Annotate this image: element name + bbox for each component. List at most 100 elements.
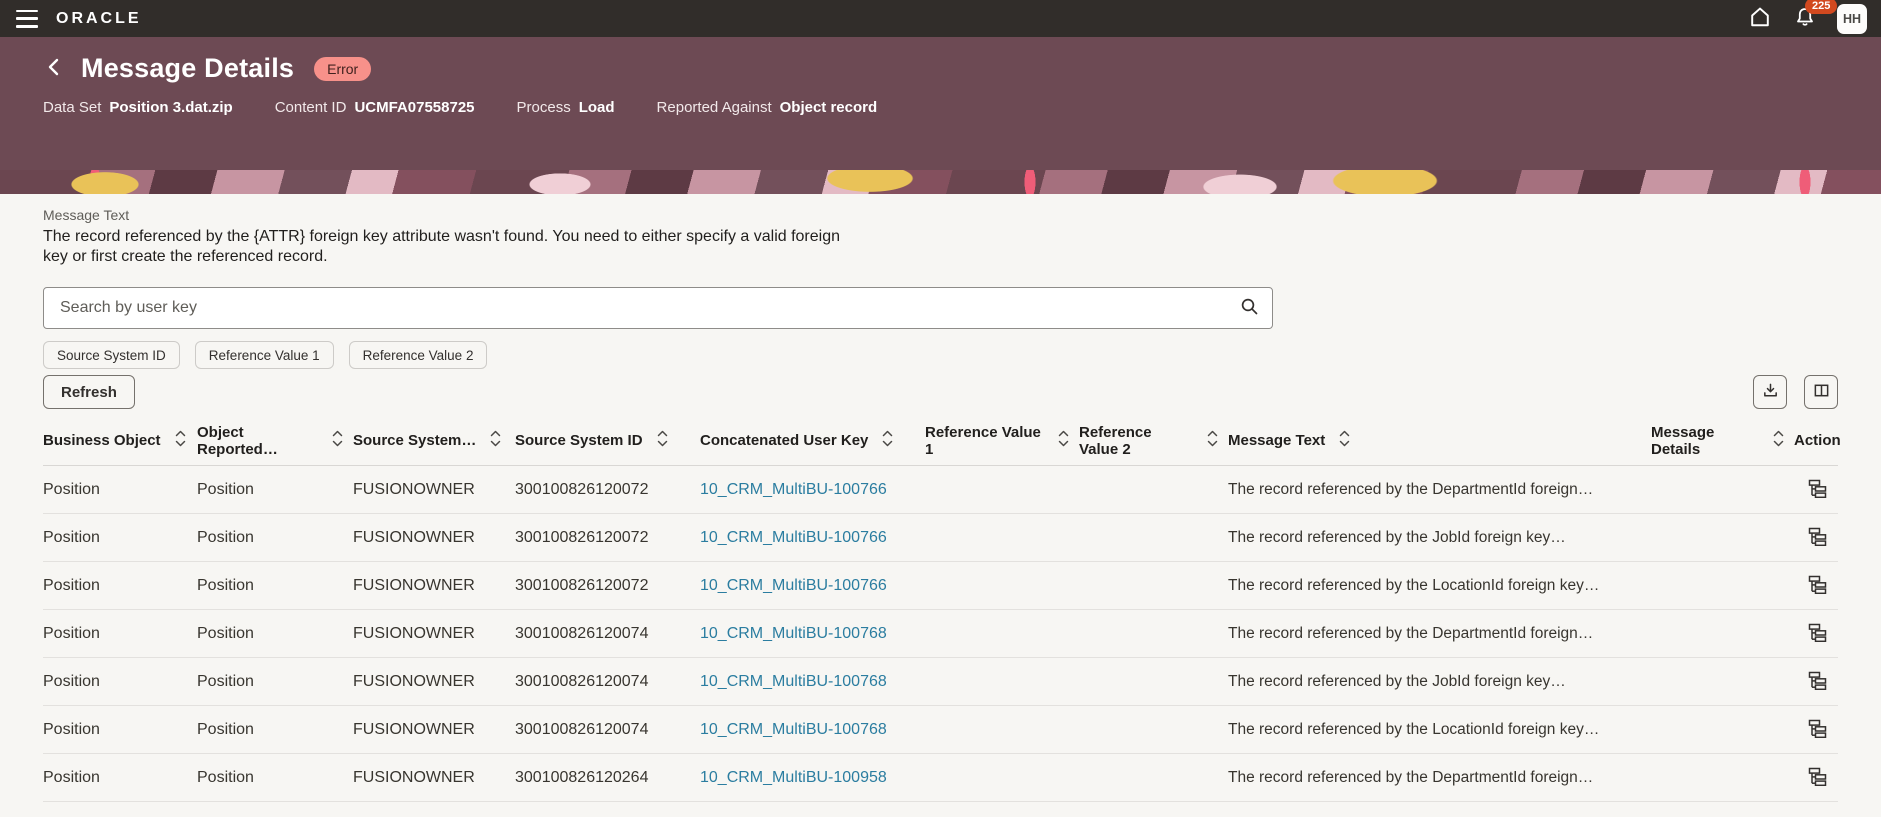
meta-value: Object record — [780, 99, 878, 116]
user-key-link[interactable]: 10_CRM_MultiBU-100768 — [700, 673, 887, 690]
row-action-button[interactable] — [1806, 621, 1829, 647]
search-button[interactable] — [1226, 288, 1272, 328]
cell-source-system-id: 300100826120072 — [515, 481, 700, 499]
column-header-reference-value-1[interactable]: Reference Value 1 — [925, 424, 1079, 458]
sort-icon[interactable] — [657, 430, 668, 451]
cell-action — [1794, 717, 1838, 743]
sort-icon[interactable] — [1773, 430, 1784, 451]
column-label: Source System ID — [515, 432, 643, 449]
cell-business-object: Position — [43, 529, 197, 547]
search-input[interactable] — [44, 299, 1226, 317]
table-row: PositionPositionFUSIONOWNER3001008261202… — [43, 754, 1838, 802]
row-action-button[interactable] — [1806, 525, 1829, 551]
back-button[interactable] — [43, 54, 65, 83]
cell-business-object: Position — [43, 625, 197, 643]
cell-message-text: The record referenced by the JobId forei… — [1228, 673, 1651, 691]
column-header-source-system[interactable]: Source System… — [353, 430, 515, 451]
user-key-link[interactable]: 10_CRM_MultiBU-100766 — [700, 481, 887, 498]
sort-icon[interactable] — [882, 430, 893, 451]
column-label: Action — [1794, 432, 1841, 449]
header-meta: Data Set Position 3.dat.zip Content ID U… — [43, 99, 1838, 116]
column-header-object-reported[interactable]: Object Reported… — [197, 424, 353, 458]
row-action-button[interactable] — [1806, 717, 1829, 743]
cell-object-reported: Position — [197, 577, 353, 595]
cell-user-key: 10_CRM_MultiBU-100766 — [700, 481, 925, 499]
status-badge: Error — [314, 57, 371, 81]
user-key-link[interactable]: 10_CRM_MultiBU-100766 — [700, 577, 887, 594]
cell-source-system: FUSIONOWNER — [353, 481, 515, 499]
cell-action — [1794, 765, 1838, 791]
table-row: PositionPositionFUSIONOWNER3001008261200… — [43, 706, 1838, 754]
meta-label: Content ID — [275, 99, 347, 116]
meta-label: Reported Against — [657, 99, 772, 116]
hierarchy-icon — [1808, 767, 1827, 789]
cell-business-object: Position — [43, 481, 197, 499]
row-action-button[interactable] — [1806, 477, 1829, 503]
home-button[interactable] — [1747, 4, 1773, 33]
column-header-action[interactable]: Action — [1794, 432, 1851, 449]
meta-value: Position 3.dat.zip — [109, 99, 232, 116]
column-header-business-object[interactable]: Business Object — [43, 430, 197, 451]
hierarchy-icon — [1808, 527, 1827, 549]
hierarchy-icon — [1808, 575, 1827, 597]
manage-columns-button[interactable] — [1804, 375, 1838, 409]
cell-message-text: The record referenced by the DepartmentI… — [1228, 625, 1651, 643]
oracle-logo: ORACLE — [56, 10, 142, 28]
column-label: Business Object — [43, 432, 161, 449]
cell-source-system: FUSIONOWNER — [353, 625, 515, 643]
cell-action — [1794, 525, 1838, 551]
cell-object-reported: Position — [197, 721, 353, 739]
columns-icon — [1813, 382, 1830, 402]
column-header-reference-value-2[interactable]: Reference Value 2 — [1079, 424, 1228, 458]
column-label: Message Details — [1651, 424, 1759, 458]
user-avatar[interactable]: HH — [1837, 4, 1867, 34]
column-header-source-system-id[interactable]: Source System ID — [515, 430, 700, 451]
column-header-message-text[interactable]: Message Text — [1228, 430, 1651, 451]
sort-icon[interactable] — [1058, 430, 1069, 451]
cell-object-reported: Position — [197, 673, 353, 691]
sort-icon[interactable] — [332, 430, 343, 451]
cell-object-reported: Position — [197, 625, 353, 643]
filter-chip-reference-value-2[interactable]: Reference Value 2 — [349, 341, 488, 369]
filter-chip-reference-value-1[interactable]: Reference Value 1 — [195, 341, 334, 369]
cell-source-system-id: 300100826120074 — [515, 721, 700, 739]
row-action-button[interactable] — [1806, 573, 1829, 599]
cell-business-object: Position — [43, 721, 197, 739]
cell-source-system: FUSIONOWNER — [353, 769, 515, 787]
user-key-link[interactable]: 10_CRM_MultiBU-100768 — [700, 721, 887, 738]
search-icon — [1240, 297, 1259, 319]
top-app-bar: ORACLE 225 HH — [0, 0, 1881, 37]
cell-user-key: 10_CRM_MultiBU-100768 — [700, 721, 925, 739]
row-action-button[interactable] — [1806, 765, 1829, 791]
column-header-concatenated-user-key[interactable]: Concatenated User Key — [700, 430, 925, 451]
menu-icon[interactable] — [14, 9, 40, 29]
user-key-link[interactable]: 10_CRM_MultiBU-100958 — [700, 769, 887, 786]
refresh-button[interactable]: Refresh — [43, 375, 135, 409]
table-row: PositionPositionFUSIONOWNER3001008261200… — [43, 466, 1838, 514]
meta-label: Process — [517, 99, 571, 116]
sort-icon[interactable] — [1207, 430, 1218, 451]
sort-icon[interactable] — [490, 430, 501, 451]
download-button[interactable] — [1753, 375, 1787, 409]
sort-icon[interactable] — [1339, 430, 1350, 451]
sort-icon[interactable] — [175, 430, 186, 451]
cell-business-object: Position — [43, 673, 197, 691]
table-header-row: Business Object Object Reported… Source … — [43, 416, 1838, 466]
cell-message-text: The record referenced by the JobId forei… — [1228, 529, 1651, 547]
hierarchy-icon — [1808, 623, 1827, 645]
filter-chip-source-system-id[interactable]: Source System ID — [43, 341, 180, 369]
meta-value: UCMFA07558725 — [354, 99, 474, 116]
cell-source-system: FUSIONOWNER — [353, 721, 515, 739]
cell-user-key: 10_CRM_MultiBU-100766 — [700, 529, 925, 547]
notification-count-badge: 225 — [1805, 0, 1837, 14]
column-label: Source System… — [353, 432, 476, 449]
cell-user-key: 10_CRM_MultiBU-100766 — [700, 577, 925, 595]
column-header-message-details[interactable]: Message Details — [1651, 424, 1794, 458]
page-title: Message Details — [81, 53, 294, 84]
meta-process: Process Load — [517, 99, 615, 116]
user-key-link[interactable]: 10_CRM_MultiBU-100766 — [700, 529, 887, 546]
user-key-link[interactable]: 10_CRM_MultiBU-100768 — [700, 625, 887, 642]
notifications-button[interactable]: 225 — [1793, 5, 1817, 32]
row-action-button[interactable] — [1806, 669, 1829, 695]
hierarchy-icon — [1808, 479, 1827, 501]
